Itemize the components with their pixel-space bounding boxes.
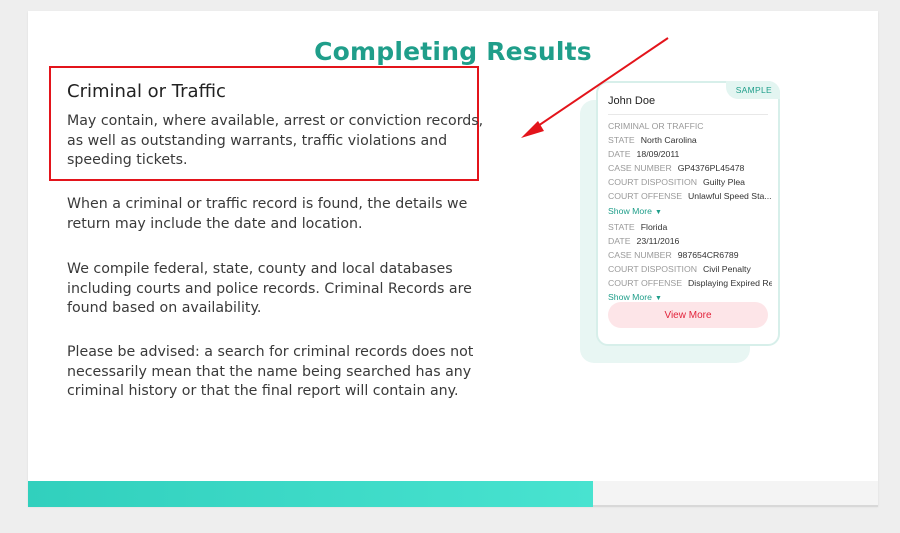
field-value: Florida (640, 221, 668, 232)
show-more-link[interactable]: Show More ▼ (608, 204, 772, 220)
paragraph-details: When a criminal or traffic record is fou… (67, 196, 468, 232)
paragraph-disclaimer: Please be advised: a search for criminal… (67, 344, 474, 399)
record-field: DATE 23/11/2016 (608, 234, 772, 248)
card-divider (608, 114, 768, 115)
field-label: COURT DISPOSITION (608, 177, 697, 188)
field-value: GP4376PL45478 (677, 163, 745, 174)
field-value: 18/09/2011 (636, 149, 680, 160)
view-more-button[interactable]: View More (608, 302, 768, 328)
record-field: DATE 18/09/2011 (608, 147, 772, 161)
page-title: Completing Results (314, 37, 592, 66)
field-label: DATE (608, 149, 631, 160)
show-more-label: Show More (608, 292, 652, 303)
record-field: COURT DISPOSITION Guilty Plea (608, 175, 772, 189)
record-field: CASE NUMBER 987654CR6789 (608, 248, 772, 262)
field-label: COURT DISPOSITION (608, 263, 697, 274)
subject-name: John Doe (608, 95, 656, 107)
record-field: COURT OFFENSE Unlawful Speed Sta... (608, 189, 772, 203)
record-2: STATE Florida DATE 23/11/2016 CASE NUMBER 9… (608, 220, 772, 307)
progress-bar (28, 481, 878, 507)
card-body: CRIMINAL OR TRAFFIC STATE North Carolina … (608, 119, 772, 306)
field-label: STATE (608, 135, 635, 146)
field-value: Civil Penalty (702, 263, 751, 274)
paragraph-sources: We compile federal, state, county and lo… (67, 261, 472, 316)
field-value: North Carolina (640, 135, 697, 146)
field-label: DATE (608, 235, 631, 246)
field-label: COURT OFFENSE (608, 278, 683, 289)
field-value: 987654CR6789 (677, 249, 739, 260)
field-label: CASE NUMBER (608, 249, 672, 260)
section-heading: Criminal or Traffic (67, 81, 226, 102)
field-value: Unlawful Speed Sta... (688, 191, 772, 202)
field-label: COURT OFFENSE (608, 191, 683, 202)
field-label: CASE NUMBER (608, 163, 672, 174)
sample-report-card: SAMPLE John Doe CRIMINAL OR TRAFFIC STAT… (596, 81, 780, 346)
section-description: May contain, where available, arrest or … (67, 113, 484, 168)
record-field: CASE NUMBER GP4376PL45478 (608, 161, 772, 175)
record-field: STATE North Carolina (608, 133, 772, 147)
record-1: STATE North Carolina DATE 18/09/2011 CASE … (608, 133, 772, 220)
record-field: COURT OFFENSE Displaying Expired Re... (608, 276, 772, 290)
progress-fill (28, 481, 594, 507)
show-more-label: Show More (608, 205, 652, 216)
field-value: Guilty Plea (702, 177, 745, 188)
field-label: STATE (608, 221, 635, 232)
field-value: Displaying Expired Re... (688, 278, 772, 289)
field-value: 23/11/2016 (636, 235, 680, 246)
record-section-title: CRIMINAL OR TRAFFIC (608, 121, 704, 131)
sample-badge: SAMPLE (725, 81, 780, 99)
record-field: STATE Florida (608, 220, 772, 234)
caret-down-icon: ▼ (654, 208, 662, 216)
record-field: COURT DISPOSITION Civil Penalty (608, 262, 772, 276)
